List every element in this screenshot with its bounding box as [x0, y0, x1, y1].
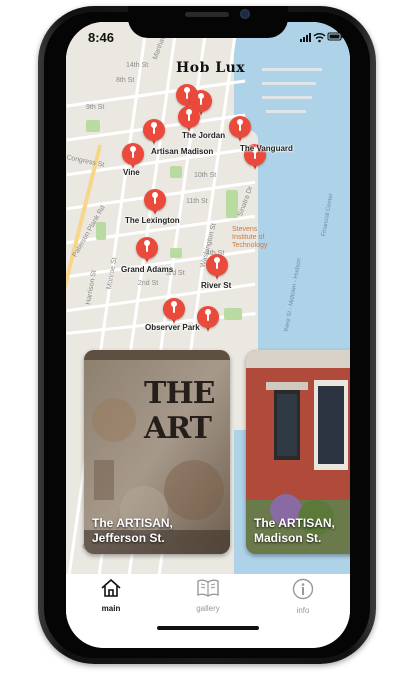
map-street-label: 11th St [186, 198, 208, 205]
park-area [96, 222, 106, 240]
cellular-signal-icon [300, 33, 311, 42]
card-title-line2: Madison St. [254, 531, 322, 545]
park-area [226, 190, 238, 218]
park-area [170, 166, 182, 178]
poi-label-observer-park[interactable]: Observer Park [145, 323, 200, 332]
map-pin-the-lexington[interactable] [144, 189, 166, 219]
park-area [224, 308, 242, 320]
poi-label-the-lexington[interactable]: The Lexington [125, 216, 180, 225]
park-area [86, 120, 100, 132]
card-title-line2: Jefferson St. [92, 531, 165, 545]
tab-label: gallery [196, 604, 220, 613]
pier [266, 110, 306, 113]
poi-label-grand-adams[interactable]: Grand Adams [121, 265, 173, 274]
venue-card[interactable]: THE ART The ARTISAN, Jefferson St. [84, 350, 230, 554]
map-street-label: 9th St [86, 104, 105, 111]
tab-label: main [101, 604, 121, 613]
park-area [170, 248, 182, 258]
pier [262, 82, 316, 85]
map-pin[interactable] [197, 306, 219, 336]
card-title-line1: The ARTISAN, [254, 516, 335, 530]
battery-icon [327, 32, 343, 41]
front-camera [240, 9, 250, 19]
map-street-label: 14th St [126, 62, 149, 69]
speaker-grille [185, 12, 229, 17]
map-street-label: 2nd St [138, 280, 159, 287]
app-screen: 8th St 9th St 10th St 11th St 14th St Co… [66, 22, 350, 648]
stevens-institute-label: Stevens Institute of Technology [232, 226, 268, 249]
tab-label: info [296, 606, 310, 615]
map-pin-artisan-madison[interactable] [143, 119, 165, 149]
poi-label-artisan-madison[interactable]: Artisan Madison [151, 147, 213, 156]
pier [262, 68, 322, 71]
poi-label-the-vanguard[interactable]: The Vanguard [240, 144, 293, 153]
poi-label-the-jordan[interactable]: The Jordan [182, 131, 225, 140]
home-icon [101, 578, 121, 597]
app-title: Hob Lux [176, 60, 246, 76]
tab-bar: main gallery info [66, 574, 350, 648]
wifi-icon [313, 33, 326, 43]
tab-info[interactable]: info [268, 578, 338, 618]
card-sign-text: THE ART [144, 376, 216, 446]
map-pin-grand-adams[interactable] [136, 237, 158, 267]
pier [262, 96, 312, 99]
card-title: The ARTISAN, Jefferson St. [92, 516, 222, 546]
map-pin-the-jordan[interactable] [229, 116, 251, 146]
status-time: 8:46 [88, 30, 115, 45]
phone-notch [128, 6, 288, 38]
tab-gallery[interactable]: gallery [173, 578, 243, 618]
map-street-label: 10th St [194, 172, 217, 179]
tab-main[interactable]: main [76, 578, 146, 618]
map-street-label: 8th St [116, 77, 135, 84]
map-pin-river-st[interactable] [206, 254, 228, 284]
poi-label-river-st[interactable]: River St [201, 281, 231, 290]
status-icons [300, 30, 344, 43]
poi-label-vine[interactable]: Vine [123, 168, 140, 177]
card-title-line1: The ARTISAN, [92, 516, 173, 530]
home-indicator [157, 626, 259, 630]
venue-card[interactable]: The ARTISAN, Madison St. [246, 350, 350, 554]
book-icon [197, 579, 219, 597]
card-title: The ARTISAN, Madison St. [254, 516, 350, 546]
info-icon [292, 578, 314, 600]
